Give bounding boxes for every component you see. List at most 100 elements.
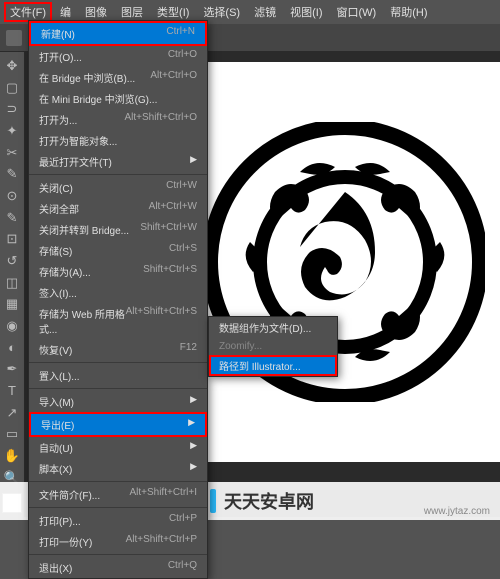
file-menu-item[interactable]: 关闭并转到 Bridge... Shift+Ctrl+W	[29, 219, 207, 240]
menu-shortcut: Alt+Shift+Ctrl+S	[126, 306, 197, 336]
menu-item-label: 打开为智能对象...	[39, 133, 117, 148]
menu-item-label: 打开(O)...	[39, 49, 82, 64]
menu-image[interactable]: 图像	[79, 2, 113, 22]
file-menu-item[interactable]: 文件简介(F)...Alt+Shift+Ctrl+I	[29, 484, 207, 505]
file-menu-item[interactable]: 退出(X) Ctrl+Q	[29, 557, 207, 578]
file-menu-item[interactable]: 自动(U) ▶	[29, 437, 207, 458]
file-menu-item[interactable]: 在 Bridge 中浏览(B)... Alt+Ctrl+O	[29, 67, 207, 88]
file-menu-item[interactable]: 存储为(A)... Shift+Ctrl+S	[29, 261, 207, 282]
file-menu-item[interactable]: 打开为...Alt+Shift+Ctrl+O	[29, 109, 207, 130]
menu-shortcut: Alt+Shift+Ctrl+P	[126, 534, 197, 549]
menu-shortcut: Alt+Shift+Ctrl+I	[129, 487, 197, 502]
menu-type[interactable]: 类型(I)	[151, 2, 195, 22]
menu-shortcut: Ctrl+P	[169, 513, 197, 528]
type-tool-icon[interactable]: T	[2, 381, 22, 401]
menu-file[interactable]: 文件(F)	[4, 2, 52, 22]
file-menu-item[interactable]: 关闭全部 Alt+Ctrl+W	[29, 198, 207, 219]
crop-tool-icon[interactable]: ✂	[2, 143, 22, 163]
menu-item-label: 在 Mini Bridge 中浏览(G)...	[39, 91, 157, 106]
file-menu-item[interactable]: 存储为 Web 所用格式...Alt+Shift+Ctrl+S	[29, 303, 207, 339]
lasso-tool-icon[interactable]: ⊃	[2, 99, 22, 119]
menu-shortcut: Alt+Shift+Ctrl+O	[124, 112, 197, 127]
menu-item-label: 导入(M)	[39, 394, 74, 409]
menu-separator	[29, 554, 207, 555]
file-menu-item[interactable]: 签入(I)...	[29, 282, 207, 303]
file-dropdown-menu: 新建(N)Ctrl+N 打开(O)... Ctrl+O 在 Bridge 中浏览(B)…	[28, 20, 208, 579]
submenu-arrow-icon: ▶	[188, 417, 195, 432]
menu-separator	[29, 481, 207, 482]
export-submenu-item[interactable]: 数据组作为文件(D)...	[209, 317, 337, 338]
tools-panel: ✥ ▢ ⊃ ✦ ✂ ✎ ⊙ ✎ ⊡ ↺ ◫ ▦ ◉ ◐ ✒ T ↗ ▭ ✋ 🔍	[0, 52, 24, 517]
menu-shortcut: Shift+Ctrl+S	[143, 264, 197, 279]
file-menu-item[interactable]: 导出(E) ▶	[29, 412, 207, 437]
clone-tool-icon[interactable]: ⊡	[2, 229, 22, 249]
file-menu-item[interactable]: 关闭(C)Ctrl+W	[29, 177, 207, 198]
tool-preset-icon[interactable]	[6, 30, 22, 46]
file-menu-item[interactable]: 脚本(X) ▶	[29, 458, 207, 479]
menu-item-label: 自动(U)	[39, 440, 73, 455]
submenu-arrow-icon: ▶	[190, 461, 197, 476]
menu-shortcut: Alt+Ctrl+W	[149, 201, 197, 216]
menu-layer[interactable]: 图层	[115, 2, 149, 22]
document-canvas[interactable]	[190, 62, 500, 462]
menu-separator	[29, 174, 207, 175]
menu-shortcut: Ctrl+N	[166, 26, 195, 41]
healing-tool-icon[interactable]: ⊙	[2, 186, 22, 206]
file-menu-item[interactable]: 最近打开文件(T)▶	[29, 151, 207, 172]
menu-shortcut: Ctrl+Q	[168, 560, 197, 575]
file-menu-item[interactable]: 打开(O)... Ctrl+O	[29, 46, 207, 67]
brush-tool-icon[interactable]: ✎	[2, 208, 22, 228]
submenu-arrow-icon: ▶	[190, 394, 197, 409]
export-submenu-item[interactable]: Zoomify...	[209, 338, 337, 355]
hand-tool-icon[interactable]: ✋	[2, 446, 22, 466]
menu-separator	[29, 362, 207, 363]
file-menu-item[interactable]: 打印一份(Y)Alt+Shift+Ctrl+P	[29, 531, 207, 552]
marquee-tool-icon[interactable]: ▢	[2, 78, 22, 98]
file-menu-item[interactable]: 在 Mini Bridge 中浏览(G)...	[29, 88, 207, 109]
menu-window[interactable]: 窗口(W)	[331, 2, 383, 22]
menu-shortcut: Shift+Ctrl+W	[140, 222, 197, 237]
menu-item-label: 存储为(A)...	[39, 264, 91, 279]
eyedropper-tool-icon[interactable]: ✎	[2, 164, 22, 184]
menu-item-label: 退出(X)	[39, 560, 72, 575]
submenu-arrow-icon: ▶	[190, 440, 197, 455]
menu-view[interactable]: 视图(I)	[284, 2, 328, 22]
history-brush-icon[interactable]: ↺	[2, 251, 22, 271]
file-menu-item[interactable]: 存储(S) Ctrl+S	[29, 240, 207, 261]
file-menu-item[interactable]: 打印(P)...Ctrl+P	[29, 510, 207, 531]
file-menu-item[interactable]: 置入(L)...	[29, 365, 207, 386]
blur-tool-icon[interactable]: ◉	[2, 316, 22, 336]
menu-item-label: 导出(E)	[41, 417, 74, 432]
export-submenu-item[interactable]: 路径到 Illustrator...	[209, 355, 337, 376]
wand-tool-icon[interactable]: ✦	[2, 121, 22, 141]
export-submenu: 数据组作为文件(D)...Zoomify...路径到 Illustrator..…	[208, 316, 338, 377]
menu-item-label: 在 Bridge 中浏览(B)...	[39, 70, 135, 85]
menu-item-label: 存储为 Web 所用格式...	[39, 306, 126, 336]
eraser-tool-icon[interactable]: ◫	[2, 273, 22, 293]
gradient-tool-icon[interactable]: ▦	[2, 294, 22, 314]
menu-shortcut: Alt+Ctrl+O	[150, 70, 197, 85]
pen-tool-icon[interactable]: ✒	[2, 359, 22, 379]
menu-help[interactable]: 帮助(H)	[384, 2, 433, 22]
menu-filter[interactable]: 滤镜	[248, 2, 282, 22]
menu-item-label: 最近打开文件(T)	[39, 154, 112, 169]
menu-edit[interactable]: 编	[54, 2, 77, 22]
menu-shortcut: Ctrl+W	[166, 180, 197, 195]
file-menu-item[interactable]: 打开为智能对象...	[29, 130, 207, 151]
file-menu-item[interactable]: 新建(N)Ctrl+N	[29, 21, 207, 46]
path-tool-icon[interactable]: ↗	[2, 403, 22, 423]
menu-item-label: 关闭全部	[39, 201, 79, 216]
menu-item-label: 关闭并转到 Bridge...	[39, 222, 129, 237]
menu-separator	[29, 507, 207, 508]
watermark-url: www.jytaz.com	[424, 506, 490, 517]
file-menu-item[interactable]: 导入(M) ▶	[29, 391, 207, 412]
file-menu-item[interactable]: 恢复(V)F12	[29, 339, 207, 360]
shape-tool-icon[interactable]: ▭	[2, 424, 22, 444]
dodge-tool-icon[interactable]: ◐	[2, 338, 22, 358]
menu-select[interactable]: 选择(S)	[197, 2, 246, 22]
move-tool-icon[interactable]: ✥	[2, 56, 22, 76]
menu-item-label: 脚本(X)	[39, 461, 72, 476]
menu-item-label: 存储(S)	[39, 243, 72, 258]
menu-shortcut: Ctrl+O	[168, 49, 197, 64]
menu-shortcut: Ctrl+S	[169, 243, 197, 258]
